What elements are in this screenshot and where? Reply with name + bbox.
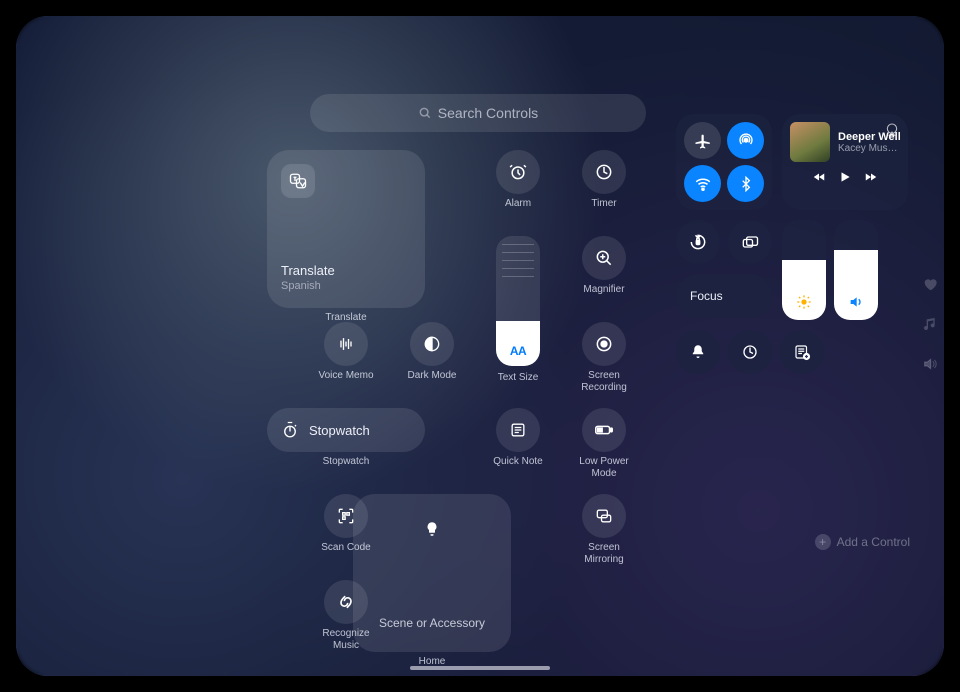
- speaker-icon: [922, 356, 938, 372]
- brightness-slider[interactable]: [782, 220, 826, 320]
- search-controls[interactable]: Search Controls: [310, 94, 646, 132]
- text-size-label: Text Size: [478, 372, 558, 384]
- rectangles-icon: [740, 232, 760, 252]
- timer-label: Timer: [564, 198, 644, 210]
- play-icon: [838, 170, 852, 184]
- bluetooth-toggle[interactable]: [727, 165, 764, 202]
- airdrop-toggle[interactable]: [727, 122, 764, 159]
- heart-icon: [922, 276, 938, 292]
- plus-icon: +: [815, 534, 831, 550]
- audio-hint-icon: [922, 356, 938, 372]
- recognize-music-label: Recognize Music: [306, 628, 386, 652]
- translate-icon: [281, 164, 315, 198]
- voice-memo-control[interactable]: Voice Memo: [310, 322, 382, 394]
- record-icon: [594, 334, 614, 354]
- magnifier-label: Magnifier: [564, 284, 644, 296]
- battery-icon: [593, 419, 615, 441]
- screen-mirroring-control[interactable]: Screen Mirroring: [568, 494, 640, 566]
- forward-icon: [862, 170, 880, 184]
- alarm-label: Alarm: [478, 198, 558, 210]
- quick-note-control[interactable]: Quick Note: [482, 408, 554, 480]
- alarm-control[interactable]: Alarm: [482, 150, 554, 222]
- airplane-mode-toggle[interactable]: [684, 122, 721, 159]
- voice-memo-label: Voice Memo: [306, 370, 386, 382]
- shazam-icon: [336, 592, 356, 612]
- search-placeholder: Search Controls: [438, 105, 538, 121]
- album-art: [790, 122, 830, 162]
- add-control-label: Add a Control: [837, 535, 910, 549]
- focus-button[interactable]: Focus: [676, 274, 772, 318]
- text-size-icon: AA: [510, 344, 526, 358]
- low-power-label: Low Power Mode: [564, 456, 644, 480]
- timer-icon: [594, 162, 614, 182]
- quick-note-label: Quick Note: [478, 456, 558, 468]
- note-icon: [508, 420, 528, 440]
- timer-control[interactable]: Timer: [568, 150, 640, 222]
- music-hint-icon: [922, 316, 938, 332]
- search-icon: [418, 106, 432, 120]
- focus-label: Focus: [690, 289, 723, 303]
- dark-mode-label: Dark Mode: [392, 370, 472, 382]
- screen-mirroring-label: Screen Mirroring: [564, 542, 644, 566]
- add-a-control-button[interactable]: + Add a Control: [815, 534, 910, 550]
- stopwatch-icon: [281, 421, 299, 439]
- screen-recording-control[interactable]: Screen Recording: [568, 322, 640, 394]
- notes-button[interactable]: [780, 330, 824, 374]
- bell-icon: [689, 343, 707, 361]
- alarm-clock-icon: [508, 162, 528, 182]
- wifi-toggle[interactable]: [684, 165, 721, 202]
- airplay-icon: [884, 122, 900, 138]
- dark-mode-control[interactable]: Dark Mode: [396, 322, 468, 394]
- airplay-button[interactable]: [884, 122, 900, 138]
- airplane-icon: [694, 132, 712, 150]
- play-button[interactable]: [838, 170, 852, 184]
- wifi-icon: [694, 175, 712, 193]
- screen-recording-label: Screen Recording: [564, 370, 644, 394]
- speaker-icon: [848, 294, 864, 310]
- translate-title: Translate: [281, 263, 335, 278]
- stopwatch-control[interactable]: Stopwatch Stopwatch: [310, 408, 382, 480]
- silent-mode-toggle[interactable]: [676, 330, 720, 374]
- control-center: Deeper Well Kacey Musgra…: [676, 114, 936, 374]
- translate-sub: Spanish: [281, 280, 335, 292]
- connectivity-group[interactable]: [676, 114, 772, 210]
- translate-control[interactable]: Translate Spanish Translate: [310, 150, 382, 308]
- home-body: Scene or Accessory: [379, 616, 485, 630]
- half-moon-icon: [422, 334, 442, 354]
- text-size-control[interactable]: AA Text Size: [478, 236, 558, 394]
- now-playing[interactable]: Deeper Well Kacey Musgra…: [782, 114, 908, 210]
- forward-button[interactable]: [862, 170, 880, 184]
- orientation-lock-toggle[interactable]: [676, 220, 720, 264]
- bluetooth-icon: [738, 176, 754, 192]
- orientation-lock-icon: [688, 232, 708, 252]
- timer-button[interactable]: [728, 330, 772, 374]
- stage-manager-toggle[interactable]: [728, 220, 772, 264]
- magnifying-glass-plus-icon: [594, 248, 614, 268]
- low-power-mode-control[interactable]: Low Power Mode: [568, 408, 640, 480]
- stopwatch-title: Stopwatch: [309, 423, 370, 438]
- airdrop-icon: [737, 132, 755, 150]
- controls-gallery: Search Controls Translate Spanish Transl: [310, 94, 646, 652]
- home-control[interactable]: Scene or Accessory Home: [396, 494, 468, 652]
- waveform-icon: [336, 334, 356, 354]
- volume-slider[interactable]: [834, 220, 878, 320]
- music-note-icon: [922, 316, 938, 332]
- rewind-button[interactable]: [810, 170, 828, 184]
- lightbulb-icon: [415, 512, 449, 546]
- magnifier-control[interactable]: Magnifier: [568, 236, 640, 308]
- track-artist: Kacey Musgra…: [838, 143, 900, 154]
- timer-icon: [741, 343, 759, 361]
- favorites-hint-icon: [922, 276, 938, 292]
- screen-mirroring-icon: [594, 506, 614, 526]
- rewind-icon: [810, 170, 828, 184]
- stopwatch-label: Stopwatch: [306, 456, 386, 468]
- recognize-music-control[interactable]: Recognize Music: [310, 580, 382, 652]
- home-indicator[interactable]: [410, 666, 550, 670]
- sun-icon: [796, 294, 812, 310]
- note-add-icon: [793, 343, 811, 361]
